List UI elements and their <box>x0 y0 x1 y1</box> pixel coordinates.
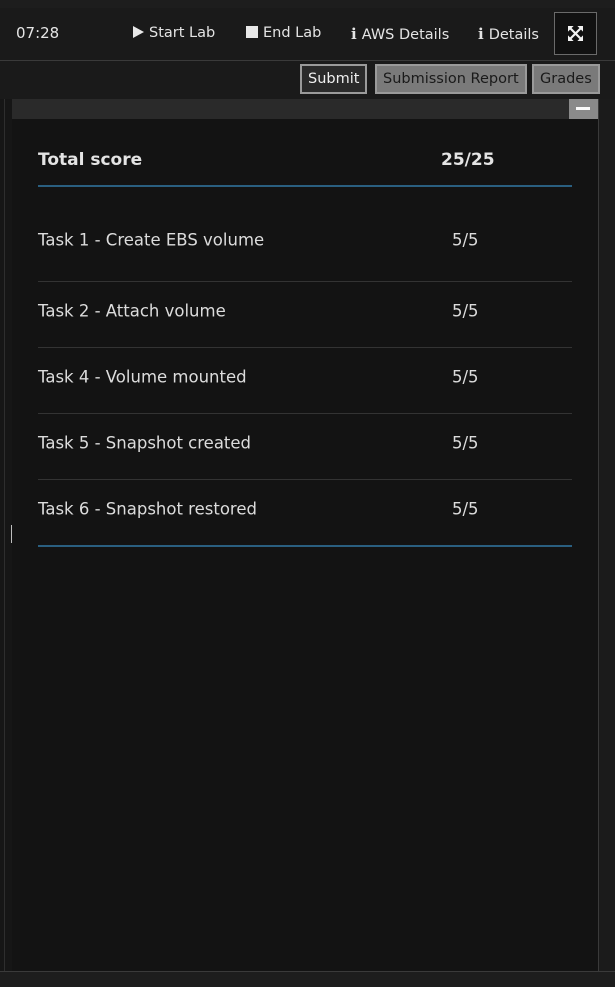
panel-header <box>12 99 598 119</box>
task-label: Task 1 - Create EBS volume <box>38 230 265 250</box>
info-icon: i <box>351 25 357 43</box>
expand-button[interactable] <box>554 12 597 55</box>
submission-bar: Submit Submission Report Grades <box>0 61 615 99</box>
grades-button[interactable]: Grades <box>532 64 600 94</box>
aws-details-button[interactable]: i AWS Details <box>351 25 449 43</box>
lab-toolbar: 07:28 Start Lab End Lab i AWS Details i De… <box>0 8 615 61</box>
total-score-value: 25/25 <box>441 150 495 170</box>
table-row: Task 4 - Volume mounted 5/5 <box>38 348 572 414</box>
table-row: Task 5 - Snapshot created 5/5 <box>38 414 572 480</box>
end-lab-label: End Lab <box>263 25 322 41</box>
lab-timer: 07:28 <box>16 24 60 42</box>
details-label: Details <box>488 27 539 43</box>
minimize-icon <box>576 107 590 110</box>
right-edge <box>599 99 615 971</box>
task-label: Task 2 - Attach volume <box>38 301 226 321</box>
table-row: Task 1 - Create EBS volume 5/5 <box>38 187 572 282</box>
minimize-button[interactable] <box>569 99 598 119</box>
info-icon: i <box>478 25 484 43</box>
details-button[interactable]: i Details <box>478 25 539 43</box>
total-score-label: Total score <box>38 150 143 170</box>
task-label: Task 5 - Snapshot created <box>38 433 252 453</box>
end-lab-button[interactable]: End Lab <box>246 25 321 41</box>
task-score: 5/5 <box>452 301 479 321</box>
expand-icon <box>568 26 583 41</box>
submit-button[interactable]: Submit <box>300 64 368 94</box>
left-divider <box>4 99 5 971</box>
task-score: 5/5 <box>452 499 479 519</box>
task-label: Task 4 - Volume mounted <box>38 367 247 387</box>
window-bottom-strip <box>0 971 615 987</box>
submission-report-button[interactable]: Submission Report <box>375 64 527 94</box>
table-row: Task 2 - Attach volume 5/5 <box>38 282 572 348</box>
score-table: Total score 25/25 Task 1 - Create EBS vo… <box>38 140 572 547</box>
task-score: 5/5 <box>452 230 479 250</box>
table-row: Task 6 - Snapshot restored 5/5 <box>38 480 572 547</box>
task-score: 5/5 <box>452 367 479 387</box>
stop-icon <box>246 26 258 38</box>
aws-details-label: AWS Details <box>361 27 450 43</box>
start-lab-button[interactable]: Start Lab <box>133 25 215 41</box>
start-lab-label: Start Lab <box>149 25 216 41</box>
task-score: 5/5 <box>452 433 479 453</box>
total-score-row: Total score 25/25 <box>38 140 572 187</box>
play-icon <box>133 26 144 38</box>
task-label: Task 6 - Snapshot restored <box>38 499 257 519</box>
